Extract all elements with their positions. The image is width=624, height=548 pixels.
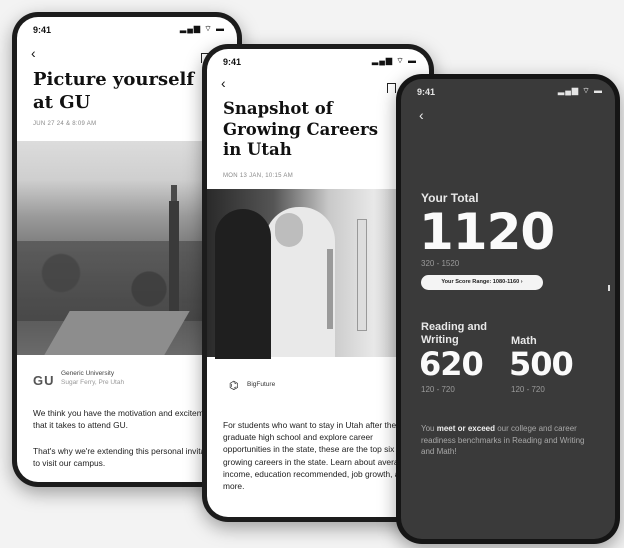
status-time: 9:41 (33, 25, 52, 35)
photo-student-1 (215, 209, 271, 359)
status-time: 9:41 (223, 57, 242, 67)
article-paragraph-2: That's why we're extending this personal… (33, 446, 219, 469)
back-chevron-icon[interactable]: ‹ (221, 75, 226, 91)
article-title: Snapshot of Growing Careers in Utah (223, 99, 379, 160)
article-paragraph: For students who want to stay in Utah af… (223, 420, 409, 491)
rw-score: 620 (419, 345, 484, 383)
total-range: 320 - 1520 (421, 259, 460, 268)
status-time: 9:41 (417, 87, 436, 97)
math-range: 120 - 720 (511, 385, 545, 394)
status-icons: ▂▄▆ ⌔ ▬ (558, 86, 603, 95)
photo-face (275, 213, 303, 247)
org-subtitle: Sugar Ferry, Pre Utah (61, 379, 125, 386)
scroll-indicator (608, 285, 610, 291)
back-chevron-icon[interactable]: ‹ (31, 45, 36, 61)
status-bar: 9:41 ▂▄▆ ⌔ ▬ (401, 79, 615, 101)
benchmark-highlight: meet or exceed (436, 424, 495, 433)
photo-glassware (357, 219, 367, 331)
gu-logo: GU (33, 373, 55, 388)
article-paragraph-1: We think you have the motivation and exc… (33, 408, 216, 431)
benchmark-prefix: You (421, 424, 435, 433)
org-name: Generic University (61, 370, 115, 377)
photo-clock-tower (169, 185, 179, 311)
status-icons: ▂▄▆ ⌔ ▬ (180, 24, 225, 33)
bookmark-icon[interactable] (387, 83, 396, 96)
bigfuture-icon: ⌬ (229, 380, 239, 392)
phone-score-report: 9:41 ▂▄▆ ⌔ ▬ ‹ Your Total 1120 320 - 152… (396, 74, 620, 544)
screen: 9:41 ▂▄▆ ⌔ ▬ ‹ Your Total 1120 320 - 152… (401, 79, 615, 539)
photo-test-tube (327, 249, 333, 329)
score-range-button[interactable]: Your Score Range: 1080-1160 › (421, 275, 543, 290)
total-score: 1120 (419, 203, 555, 261)
benchmark-message: You meet or exceed our college and caree… (421, 423, 591, 458)
article-title: Picture yourself at GU (33, 69, 195, 113)
rw-range: 120 - 720 (421, 385, 455, 394)
status-bar: 9:41 ▂▄▆ ⌔ ▬ (207, 49, 429, 71)
rw-label: Reading and Writing (421, 321, 488, 347)
article-date: JUN 27 24 & 8:09 AM (33, 121, 97, 127)
photo-road (44, 311, 190, 355)
article-date: MON 13 JAN, 10:15 AM (223, 173, 294, 179)
math-score: 500 (509, 345, 574, 383)
org-name: BigFuture (247, 381, 276, 388)
back-chevron-icon[interactable]: ‹ (419, 107, 424, 123)
status-bar: 9:41 ▂▄▆ ⌔ ▬ (17, 17, 237, 39)
status-icons: ▂▄▆ ⌔ ▬ (372, 56, 417, 65)
